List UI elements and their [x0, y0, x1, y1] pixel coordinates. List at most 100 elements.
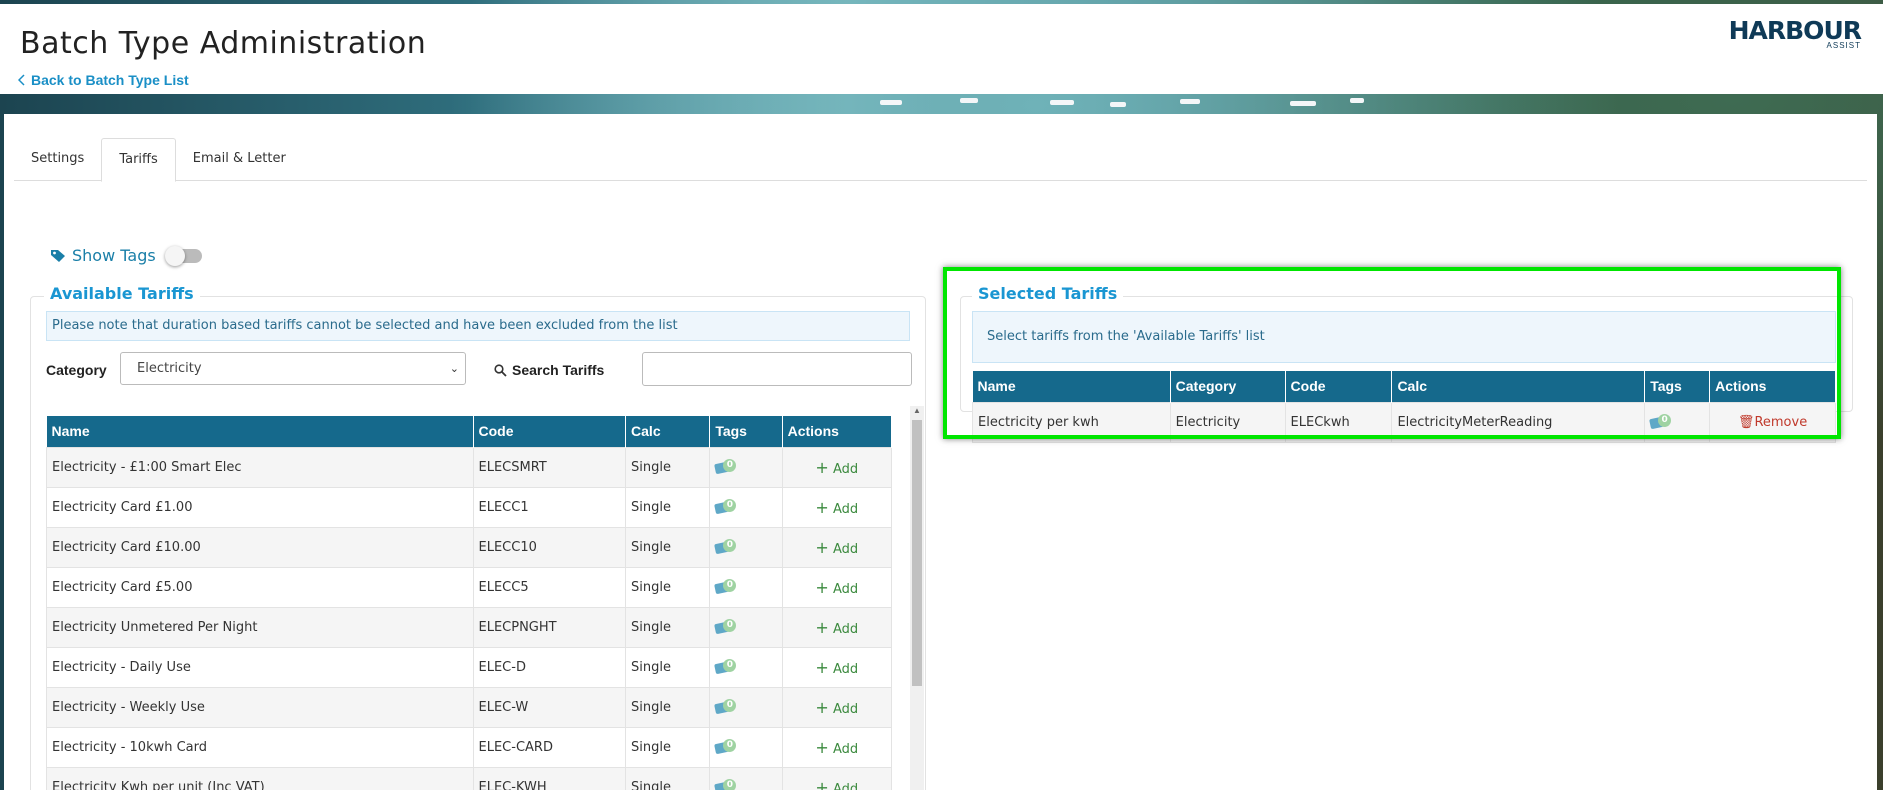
- chevron-left-icon: [18, 74, 25, 86]
- tariff-code: ELECC10: [472, 526, 627, 568]
- col-actions: Actions: [782, 416, 893, 447]
- col-tags[interactable]: Tags: [709, 416, 783, 447]
- tag-count-icon: 0: [714, 459, 737, 475]
- tariff-calc: Single: [625, 486, 711, 528]
- tab-tariffs[interactable]: Tariffs: [101, 138, 176, 182]
- tariff-tags: 0: [709, 606, 783, 648]
- tariff-code: ELECC1: [472, 486, 627, 528]
- add-tariff-button[interactable]: + Add: [781, 446, 893, 488]
- search-tariffs-label: Search Tariffs: [494, 362, 604, 378]
- table-row: Electricity - Daily Use ELEC-D Single 0 + Ad…: [46, 646, 893, 688]
- tariff-tags: 0: [709, 486, 783, 528]
- add-tariff-button[interactable]: + Add: [781, 606, 893, 648]
- table-row: Electricity Unmetered Per Night ELECPNGHT…: [46, 606, 893, 648]
- tariff-code: ELEC-D: [472, 646, 627, 688]
- tag-count-icon: 0: [714, 659, 737, 675]
- tariff-calc: Single: [625, 686, 711, 728]
- table-row: Electricity Card £10.00 ELECC10 Single 0 + A…: [46, 526, 893, 568]
- category-label: Category: [46, 362, 107, 378]
- tariff-tags: 0: [709, 446, 783, 488]
- tag-count-icon: 0: [714, 539, 737, 555]
- tariff-calc: Single: [625, 726, 711, 768]
- add-tariff-button[interactable]: + Add: [781, 726, 893, 768]
- tariff-calc: Single: [625, 526, 711, 568]
- tariff-name: Electricity Card £5.00: [46, 566, 474, 608]
- tag-count-icon: 0: [714, 619, 737, 635]
- table-row: Electricity Kwh per unit (Inc VAT) ELEC-K…: [46, 766, 893, 790]
- plus-icon: +: [815, 577, 829, 597]
- search-tariffs-input[interactable]: [642, 352, 912, 386]
- tariff-name: Electricity - Weekly Use: [46, 686, 474, 728]
- back-link-label: Back to Batch Type List: [31, 72, 189, 88]
- tariff-name: Electricity - Daily Use: [46, 646, 474, 688]
- plus-icon: +: [815, 497, 829, 517]
- tariff-name: Electricity - £1:00 Smart Elec: [46, 446, 474, 488]
- available-tariffs-table: Name Code Calc Tags Actions Electricity …: [46, 416, 893, 790]
- available-table-scrollbar[interactable]: ▲: [910, 406, 924, 790]
- plus-icon: +: [815, 457, 829, 477]
- tariff-name: Electricity Card £1.00: [46, 486, 474, 528]
- tariff-code: ELEC-KWH: [472, 766, 627, 790]
- table-row: Electricity Card £1.00 ELECC1 Single 0 + Add: [46, 486, 893, 528]
- add-tariff-button[interactable]: + Add: [781, 686, 893, 728]
- tag-count-icon: 0: [714, 779, 737, 790]
- chevron-down-icon: ⌄: [449, 362, 459, 375]
- tariff-code: ELEC-CARD: [472, 726, 627, 768]
- add-tariff-button[interactable]: + Add: [781, 646, 893, 688]
- plus-icon: +: [815, 537, 829, 557]
- table-row: Electricity - £1:00 Smart Elec ELECSMRT Si…: [46, 446, 893, 488]
- tariff-tags: 0: [709, 526, 783, 568]
- col-calc[interactable]: Calc: [625, 416, 711, 447]
- tariff-tags: 0: [709, 566, 783, 608]
- tariff-tags: 0: [709, 686, 783, 728]
- tariff-calc: Single: [625, 766, 711, 790]
- tariff-name: Electricity - 10kwh Card: [46, 726, 474, 768]
- tariff-code: ELECSMRT: [472, 446, 627, 488]
- back-to-list-link[interactable]: Back to Batch Type List: [18, 72, 189, 88]
- tariff-calc: Single: [625, 646, 711, 688]
- plus-icon: +: [815, 777, 829, 790]
- tag-count-icon: 0: [714, 699, 737, 715]
- add-tariff-button[interactable]: + Add: [781, 486, 893, 528]
- tariff-code: ELEC-W: [472, 686, 627, 728]
- scroll-up-icon[interactable]: ▲: [910, 406, 924, 415]
- tag-count-icon: 0: [714, 739, 737, 755]
- show-tags-toggle[interactable]: [164, 245, 202, 266]
- tariff-tags: 0: [709, 726, 783, 768]
- category-select[interactable]: Electricity ⌄: [120, 352, 466, 385]
- plus-icon: +: [815, 737, 829, 757]
- tag-count-icon: 0: [714, 499, 737, 515]
- page-title: Batch Type Administration: [20, 26, 427, 61]
- selected-tariffs-highlight: [943, 267, 1841, 439]
- tariff-code: ELECPNGHT: [472, 606, 627, 648]
- tariff-code: ELECC5: [472, 566, 627, 608]
- tariff-tags: 0: [709, 766, 783, 790]
- table-row: Electricity - 10kwh Card ELEC-CARD Single 0…: [46, 726, 893, 768]
- plus-icon: +: [815, 697, 829, 717]
- tab-email-letter[interactable]: Email & Letter: [176, 138, 303, 181]
- add-tariff-button[interactable]: + Add: [781, 566, 893, 608]
- tariff-name: Electricity Kwh per unit (Inc VAT): [46, 766, 474, 790]
- tariff-calc: Single: [625, 446, 711, 488]
- tariff-name: Electricity Card £10.00: [46, 526, 474, 568]
- main-panel: Settings Tariffs Email & Letter Show Tag…: [4, 114, 1877, 790]
- tab-settings[interactable]: Settings: [14, 138, 101, 181]
- show-tags-control: Show Tags: [50, 245, 202, 266]
- add-tariff-button[interactable]: + Add: [781, 526, 893, 568]
- plus-icon: +: [815, 657, 829, 677]
- show-tags-label: Show Tags: [72, 246, 156, 265]
- tag-icon: [51, 249, 65, 262]
- plus-icon: +: [815, 617, 829, 637]
- harbour-assist-logo: HARBOUR ASSIST: [1728, 16, 1862, 50]
- tag-count-icon: 0: [714, 579, 737, 595]
- tab-bar: Settings Tariffs Email & Letter: [14, 138, 1867, 182]
- table-row: Electricity - Weekly Use ELEC-W Single 0 + A…: [46, 686, 893, 728]
- table-row: Electricity Card £5.00 ELECC5 Single 0 + Add: [46, 566, 893, 608]
- add-tariff-button[interactable]: + Add: [781, 766, 893, 790]
- col-code[interactable]: Code: [473, 416, 627, 447]
- available-tariffs-legend: Available Tariffs: [44, 284, 200, 303]
- col-name[interactable]: Name: [46, 416, 474, 447]
- search-icon: [494, 363, 507, 377]
- available-tariffs-note: Please note that duration based tariffs …: [46, 311, 910, 341]
- tariff-tags: 0: [709, 646, 783, 688]
